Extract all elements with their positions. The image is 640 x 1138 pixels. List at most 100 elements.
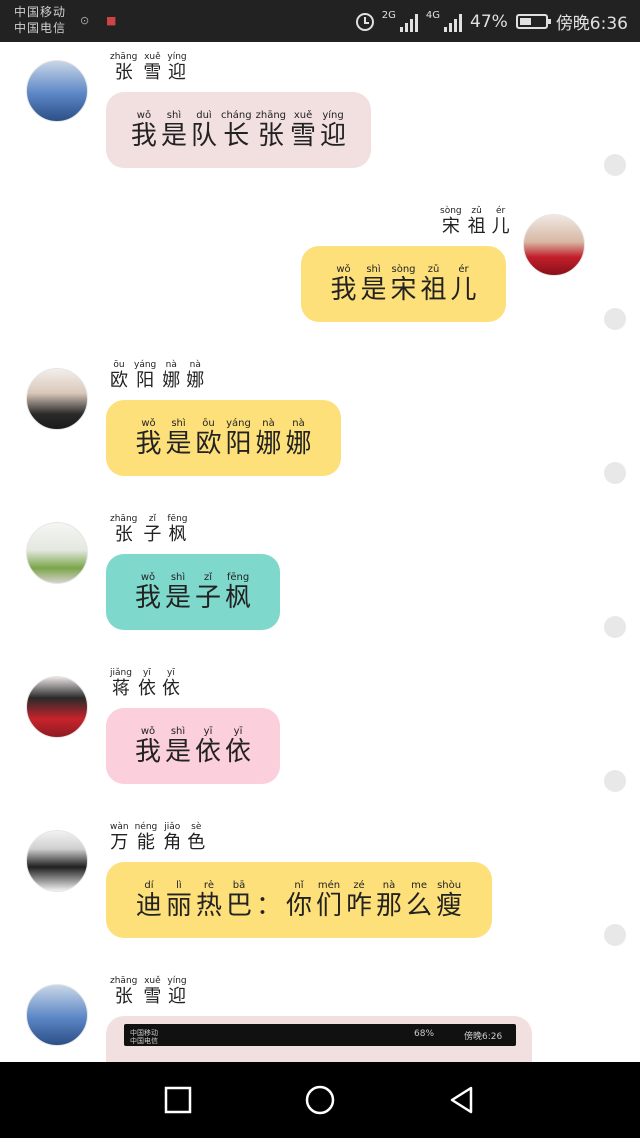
hanzi: 我 [135,428,162,459]
square-icon [164,1086,192,1114]
hanzi: 是 [164,582,191,613]
pinyin: nà [292,417,305,429]
network-type-2: 4G [425,10,441,21]
char-with-pinyin: wǒ 我 [330,264,356,305]
char-with-pinyin: ōu 欧 [195,418,221,459]
message-bubble[interactable]: dí 迪 lì 丽 rè 热 bā 巴 ： nǐ 你 mén 们 zé 咋 nà 那 me 么 shòu 瘦 [106,862,492,938]
hanzi: 阳 [225,428,252,459]
pinyin: duì [196,109,212,121]
pinyin: wǒ [336,263,351,275]
alarm-icon [355,12,374,31]
circle-icon [305,1085,335,1115]
hanzi: 迎 [168,62,186,83]
hanzi: ： [255,890,282,921]
select-circle[interactable] [604,308,626,330]
hanzi: 么 [406,890,433,921]
char-with-pinyin: zǔ 祖 [468,206,486,237]
hanzi: 是 [360,274,387,305]
home-button[interactable] [302,1082,338,1118]
hanzi: 我 [130,120,157,151]
char-with-pinyin: zhāng 张 [256,110,286,151]
pinyin: shì [170,725,186,737]
avatar[interactable] [26,368,88,430]
status-time: 傍晚6:36 [555,14,628,34]
hanzi: 长 [223,120,250,151]
pinyin: zǔ [427,263,440,275]
char-with-pinyin: yī 依 [225,726,251,767]
char-with-pinyin: dí 迪 [136,880,162,921]
select-circle[interactable] [604,616,626,638]
char-with-pinyin: zhāng 张 [110,52,137,83]
signal-icon-2 [444,12,463,32]
hanzi: 我 [134,736,161,767]
status-bar: 中国移动 中国电信 ⊙ ■ 2G 4G 47% 傍晚6:36 [0,0,640,42]
recent-apps-button[interactable] [160,1082,196,1118]
chat-area[interactable]: zhāng 张 xuě 雪 yíng 迎 wǒ 我 shì 是 duì 队 cháng 长 zhāng 张 x… [0,42,640,1062]
message-bubble[interactable]: wǒ 我 shì 是 duì 队 cháng 长 zhāng 张 xuě 雪 yíng 迎 [106,92,371,168]
hanzi: 枫 [168,524,187,545]
notification-icon: ⊙ [80,14,90,27]
sender-name: zhāng 张 zǐ 子 fēng 枫 [108,514,190,545]
char-with-pinyin: cháng 长 [221,110,252,151]
char-with-pinyin: zǐ 子 [143,514,161,545]
hanzi: 欧 [110,370,128,391]
char-with-pinyin: zǐ 子 [195,572,221,613]
char-with-pinyin: xuě 雪 [143,976,161,1007]
select-circle[interactable] [604,154,626,176]
hanzi: 那 [376,890,403,921]
hanzi: 是 [165,428,192,459]
embedded-screenshot-statusbar: 中国移动 中国电信 68% 傍晚6:26 [124,1024,516,1046]
hanzi: 迎 [168,986,186,1007]
pinyin: zé [353,879,365,891]
char-with-pinyin: wǒ 我 [135,726,161,767]
avatar[interactable] [26,522,88,584]
hanzi: 娜 [186,370,205,391]
avatar[interactable] [26,676,88,738]
sender-name: zhāng 张 xuě 雪 yíng 迎 [108,52,189,83]
hanzi: 儿 [450,274,477,305]
avatar[interactable] [26,984,88,1046]
char-with-pinyin: shì 是 [165,418,191,459]
pinyin: ér [458,263,469,275]
char-with-pinyin: ér 儿 [492,206,510,237]
hanzi: 宋 [441,216,460,237]
pinyin: fēng [226,571,250,583]
sender-name: zhāng 张 xuě 雪 yíng 迎 [108,976,189,1007]
char-with-pinyin: shì 是 [360,264,386,305]
message-bubble[interactable]: wǒ 我 shì 是 sòng 宋 zǔ 祖 ér 儿 [301,246,506,322]
avatar[interactable] [26,830,88,892]
hanzi: 们 [316,890,343,921]
char-with-pinyin: shì 是 [161,110,187,151]
pinyin: zǐ [203,571,213,583]
hanzi: 迎 [320,120,347,151]
embedded-carrier-2: 中国电信 [130,1037,158,1045]
hanzi: 宋 [390,274,417,305]
select-circle[interactable] [604,770,626,792]
avatar[interactable] [523,214,585,276]
hanzi: 队 [190,120,217,151]
message-bubble[interactable]: wǒ 我 shì 是 zǐ 子 fēng 枫 [106,554,280,630]
char-with-pinyin: xuě 雪 [290,110,316,151]
char-with-pinyin: me 么 [406,880,432,921]
message-bubble[interactable]: wǒ 我 shì 是 yī 依 yī 依 [106,708,280,784]
char-with-pinyin: jiǎng 蒋 [110,668,132,699]
app-notification-icon: ■ [106,14,117,27]
hanzi: 是 [160,120,187,151]
hanzi: 雪 [143,62,162,83]
char-with-pinyin: lì 丽 [166,880,192,921]
hanzi: 娜 [162,370,181,391]
hanzi: 角 [163,832,182,853]
hanzi: 热 [195,890,222,921]
message-bubble[interactable]: wǒ 我 shì 是 ōu 欧 yáng 阳 nà 娜 nà 娜 [106,400,341,476]
char-with-pinyin: fēng 枫 [225,572,251,613]
pinyin: lì [176,879,182,891]
char-with-pinyin: yáng 阳 [134,360,156,391]
avatar[interactable] [26,60,88,122]
hanzi: 张 [114,524,133,545]
back-button[interactable] [444,1082,480,1118]
char-with-pinyin: nà 娜 [256,418,282,459]
select-circle[interactable] [604,462,626,484]
hanzi: 你 [285,890,312,921]
select-circle[interactable] [604,924,626,946]
char-with-pinyin: wàn 万 [110,822,129,853]
